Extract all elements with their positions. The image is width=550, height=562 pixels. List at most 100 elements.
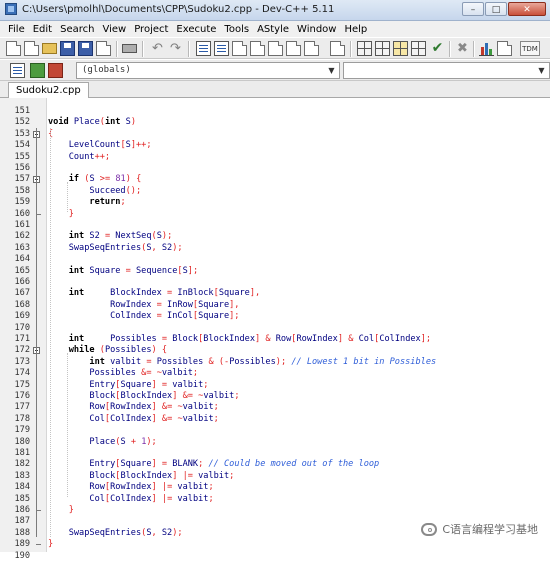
menu-view[interactable]: View (98, 24, 130, 35)
redo-icon[interactable]: ↷ (168, 41, 183, 56)
stop-execution-icon[interactable]: ✖ (455, 41, 470, 56)
rebuild-all-icon[interactable] (411, 41, 426, 56)
code-text: LevelCount[S]++; (48, 140, 152, 151)
code-line[interactable]: 178 Col[ColIndex] &= ~valbit; (0, 414, 550, 425)
syntax-check-icon[interactable]: ✔ (430, 41, 445, 56)
toggle-bookmark-icon[interactable] (30, 63, 45, 78)
profile-chart-icon[interactable] (479, 41, 494, 56)
save-all-icon[interactable] (78, 41, 93, 56)
close-button[interactable]: ✕ (508, 2, 546, 16)
code-line[interactable]: 186 } (0, 505, 550, 516)
code-line[interactable]: 151 (0, 106, 550, 117)
save-icon[interactable] (60, 41, 75, 56)
menu-window[interactable]: Window (293, 24, 340, 35)
run-icon[interactable] (375, 41, 390, 56)
class-toolbar: (globals) ▼ ▼ (0, 59, 550, 81)
code-line[interactable]: 170 (0, 323, 550, 334)
code-line[interactable]: 155 Count++; (0, 152, 550, 163)
chevron-down-icon[interactable]: ▼ (536, 65, 547, 76)
code-line[interactable]: 157 if (S >= 81) { (0, 174, 550, 185)
chevron-down-icon[interactable]: ▼ (326, 65, 337, 76)
maximize-button[interactable]: □ (485, 2, 507, 16)
code-line[interactable]: 185 Col[ColIndex] |= valbit; (0, 494, 550, 505)
code-line[interactable]: 159 return; (0, 197, 550, 208)
code-text: int S2 = NextSeq(S); (68, 231, 173, 242)
code-line[interactable]: 173 int valbit = Possibles & (-Possibles… (0, 357, 550, 368)
compiler-tdm-icon[interactable]: TDM (520, 41, 540, 56)
devcpp-app-icon[interactable] (5, 3, 17, 15)
line-number: 172 (14, 345, 30, 356)
menu-tools[interactable]: Tools (220, 24, 253, 35)
code-line[interactable]: 184 Row[RowIndex] |= valbit; (0, 482, 550, 493)
line-number: 157 (14, 174, 30, 185)
code-line[interactable]: 181 (0, 448, 550, 459)
compile-icon[interactable] (357, 41, 372, 56)
menu-edit[interactable]: Edit (29, 24, 56, 35)
line-number: 168 (14, 299, 30, 310)
code-text: int Possibles = Block[BlockIndex] & Row[… (68, 334, 432, 344)
find-next-icon[interactable] (232, 41, 247, 56)
code-line[interactable]: 175 Entry[Square] = valbit; (0, 380, 550, 391)
line-number: 186 (14, 505, 30, 515)
menu-search[interactable]: Search (56, 24, 98, 35)
code-text: Place(S + 1); (48, 436, 157, 447)
code-editor[interactable]: 151 152 void Place(int S) 153{154 LevelCoun… (0, 98, 550, 561)
wechat-logo-icon (421, 522, 438, 536)
menu-astyle[interactable]: AStyle (253, 24, 293, 35)
replace-icon[interactable] (214, 41, 229, 56)
code-line[interactable]: 168 RowIndex = InRow[Square], (0, 300, 550, 311)
code-line[interactable]: 179 (0, 425, 550, 436)
close-file-icon[interactable] (96, 41, 111, 56)
code-line[interactable]: 163 SwapSeqEntries(S, S2); (0, 243, 550, 254)
code-line[interactable]: 152 void Place(int S) (0, 117, 550, 128)
code-text: SwapSeqEntries(S, S2); (48, 242, 183, 253)
code-line[interactable]: 180 Place(S + 1); (0, 437, 550, 448)
insert-icon[interactable] (10, 63, 25, 78)
menu-project[interactable]: Project (130, 24, 172, 35)
bookmark-icon[interactable] (330, 41, 345, 56)
code-line[interactable]: 169 ColIndex = InCol[Square]; (0, 311, 550, 322)
code-line[interactable]: 190 (0, 551, 550, 562)
undo-icon[interactable]: ↶ (150, 41, 165, 56)
code-line[interactable]: 176 Block[BlockIndex] &= ~valbit; (0, 391, 550, 402)
code-line[interactable]: 171 int Possibles = Block[BlockIndex] & … (0, 334, 550, 345)
code-line[interactable]: 156 (0, 163, 550, 174)
find-icon[interactable] (196, 41, 211, 56)
code-line[interactable]: 182 Entry[Square] = BLANK; // Could be m… (0, 459, 550, 470)
toggle-comment-icon[interactable] (304, 41, 319, 56)
code-line[interactable]: 162 int S2 = NextSeq(S); (0, 231, 550, 242)
code-line[interactable]: 174 Possibles &= ~valbit; (0, 368, 550, 379)
code-line[interactable]: 161 (0, 220, 550, 231)
code-line[interactable]: 160 } (0, 209, 550, 220)
open-folder-icon[interactable] (42, 43, 57, 54)
code-line[interactable]: 154 LevelCount[S]++; (0, 140, 550, 151)
code-text: int Square = Sequence[S]; (68, 265, 199, 276)
minimize-button[interactable]: – (462, 2, 484, 16)
code-line[interactable]: 189} (0, 539, 550, 550)
scope-combo[interactable]: (globals) ▼ (76, 62, 340, 79)
menu-file[interactable]: File (4, 24, 29, 35)
code-line[interactable]: 164 (0, 254, 550, 265)
line-number: 190 (14, 550, 30, 561)
code-line[interactable]: 167 int BlockIndex = InBlock[Square], (0, 288, 550, 299)
code-line[interactable]: 166 (0, 277, 550, 288)
code-line[interactable]: 172 while (Possibles) { (0, 345, 550, 356)
menu-execute[interactable]: Execute (172, 24, 220, 35)
member-combo[interactable]: ▼ (343, 62, 550, 79)
new-project-icon[interactable] (24, 41, 39, 56)
code-line[interactable]: 153{ (0, 129, 550, 140)
tab-sudoku2-cpp[interactable]: Sudoku2.cpp (8, 82, 89, 98)
code-line[interactable]: 158 Succeed(); (0, 186, 550, 197)
print-icon[interactable] (122, 44, 137, 53)
compile-run-icon[interactable] (393, 41, 408, 56)
goto-line-icon[interactable] (250, 41, 265, 56)
code-line[interactable]: 183 Block[BlockIndex] |= valbit; (0, 471, 550, 482)
indent-icon[interactable] (268, 41, 283, 56)
menu-help[interactable]: Help (340, 24, 371, 35)
code-line[interactable]: 165 int Square = Sequence[S]; (0, 266, 550, 277)
goto-bookmark-icon[interactable] (48, 63, 63, 78)
new-file-icon[interactable] (6, 41, 21, 56)
unindent-icon[interactable] (286, 41, 301, 56)
debug-icon[interactable] (497, 41, 512, 56)
code-line[interactable]: 177 Row[RowIndex] &= ~valbit; (0, 402, 550, 413)
